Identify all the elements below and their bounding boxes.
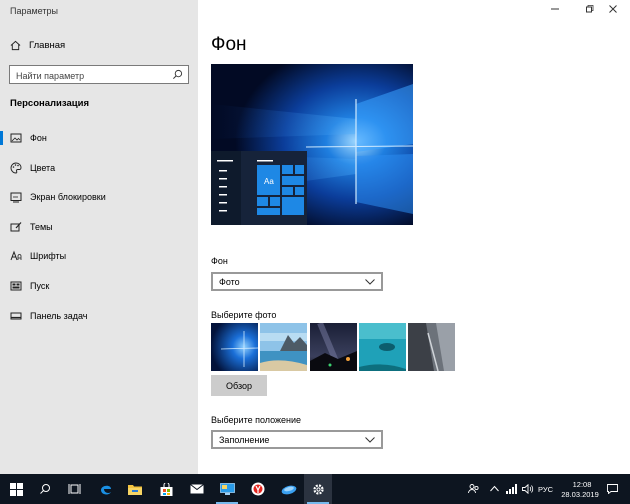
picture-icon — [10, 133, 22, 143]
brush-icon — [10, 222, 22, 232]
task-view-button[interactable] — [60, 474, 88, 504]
sidebar-item-colors[interactable]: Цвета — [0, 157, 198, 179]
font-icon — [10, 250, 22, 261]
background-dropdown-value: Фото — [219, 276, 240, 287]
mail-icon — [190, 484, 204, 494]
minimize-icon — [551, 8, 559, 10]
clock-time[interactable]: 12:08 — [566, 480, 598, 489]
preview-tile-label: Aa — [264, 177, 274, 186]
search-icon[interactable] — [172, 69, 183, 80]
sidebar-item-label: Фон — [30, 133, 47, 143]
background-dropdown[interactable]: Фото — [211, 272, 383, 291]
sidebar-item-label: Темы — [30, 222, 53, 232]
background-label: Фон — [211, 256, 228, 266]
section-title: Персонализация — [10, 98, 90, 109]
position-dropdown-value: Заполнение — [219, 434, 270, 445]
position-label: Выберите положение — [211, 415, 302, 425]
language-indicator[interactable]: РУС — [538, 485, 553, 494]
sidebar-item-label: Панель задач — [30, 311, 88, 321]
sidebar-item-lock-screen[interactable]: Экран блокировки — [0, 186, 198, 208]
window-title: Параметры — [10, 6, 58, 16]
chevron-down-icon — [365, 279, 375, 285]
taskbar-cloud-app[interactable] — [275, 474, 303, 504]
taskbar-edge[interactable] — [92, 474, 120, 504]
close-icon — [609, 5, 617, 13]
taskbar-file-explorer[interactable] — [121, 474, 149, 504]
home-icon — [10, 40, 21, 50]
sidebar-item-background[interactable]: Фон — [0, 127, 198, 149]
cloud-app-icon — [281, 485, 297, 495]
people-icon[interactable] — [468, 483, 480, 495]
choose-photo-label: Выберите фото — [211, 310, 277, 320]
sidebar: Параметры Главная Персонализация Фон Цве… — [0, 0, 198, 474]
search-box[interactable] — [9, 65, 189, 85]
photo-thumb-night-sky[interactable] — [310, 323, 357, 371]
sidebar-item-themes[interactable]: Темы — [0, 216, 198, 238]
yandex-browser-icon — [251, 482, 265, 496]
close-button[interactable] — [596, 0, 630, 18]
store-icon — [160, 482, 172, 496]
photo-thumb-windows[interactable] — [211, 323, 258, 371]
minimize-button[interactable] — [538, 0, 572, 18]
network-icon[interactable] — [506, 484, 517, 494]
photo-thumb-beach[interactable] — [260, 323, 307, 371]
sidebar-item-label: Экран блокировки — [30, 192, 106, 202]
taskbar-mail[interactable] — [183, 474, 211, 504]
taskbar-icon — [10, 312, 22, 320]
browse-button[interactable]: Обзор — [211, 375, 267, 396]
remote-desktop-icon — [219, 482, 235, 495]
edge-icon — [101, 485, 111, 495]
sidebar-item-start[interactable]: Пуск — [0, 275, 198, 297]
palette-icon — [10, 162, 22, 174]
volume-icon[interactable] — [522, 484, 534, 494]
nav-home-label: Главная — [29, 39, 66, 51]
sidebar-item-label: Шрифты — [30, 251, 67, 261]
maximize-icon — [586, 5, 594, 13]
page-title: Фон — [211, 34, 247, 55]
sidebar-item-taskbar[interactable]: Панель задач — [0, 305, 198, 327]
clock-date[interactable]: 28.03.2019 — [558, 490, 602, 499]
file-explorer-icon — [128, 485, 142, 495]
taskbar-remote-desktop[interactable] — [213, 474, 241, 504]
preview-wallpaper: Aa — [211, 64, 413, 225]
sidebar-item-label: Пуск — [30, 281, 50, 291]
search-icon — [40, 484, 50, 494]
nav-home[interactable]: Главная — [10, 38, 65, 52]
windows-start-icon — [9, 482, 23, 496]
taskbar-search-button[interactable] — [31, 474, 59, 504]
photo-thumb-underwater[interactable] — [359, 323, 406, 371]
sidebar-item-fonts[interactable]: Шрифты — [0, 245, 198, 267]
sidebar-item-label: Цвета — [30, 163, 56, 173]
chevron-down-icon — [365, 437, 375, 443]
chevron-up-icon[interactable] — [490, 485, 499, 492]
taskbar-settings[interactable] — [304, 474, 332, 504]
taskbar-store[interactable] — [152, 474, 180, 504]
search-input[interactable] — [10, 67, 160, 85]
photo-thumb-cliff[interactable] — [408, 323, 455, 371]
taskbar: РУС 12:08 28.03.2019 — [0, 474, 630, 504]
notifications-icon[interactable] — [607, 484, 618, 494]
task-view-icon — [68, 484, 80, 494]
lock-screen-icon — [10, 192, 22, 203]
taskbar-yandex-browser[interactable] — [244, 474, 272, 504]
settings-icon — [312, 483, 324, 495]
position-dropdown[interactable]: Заполнение — [211, 430, 383, 449]
start-button[interactable] — [2, 474, 30, 504]
desktop-preview: Aa — [211, 64, 413, 225]
start-icon — [10, 281, 22, 291]
